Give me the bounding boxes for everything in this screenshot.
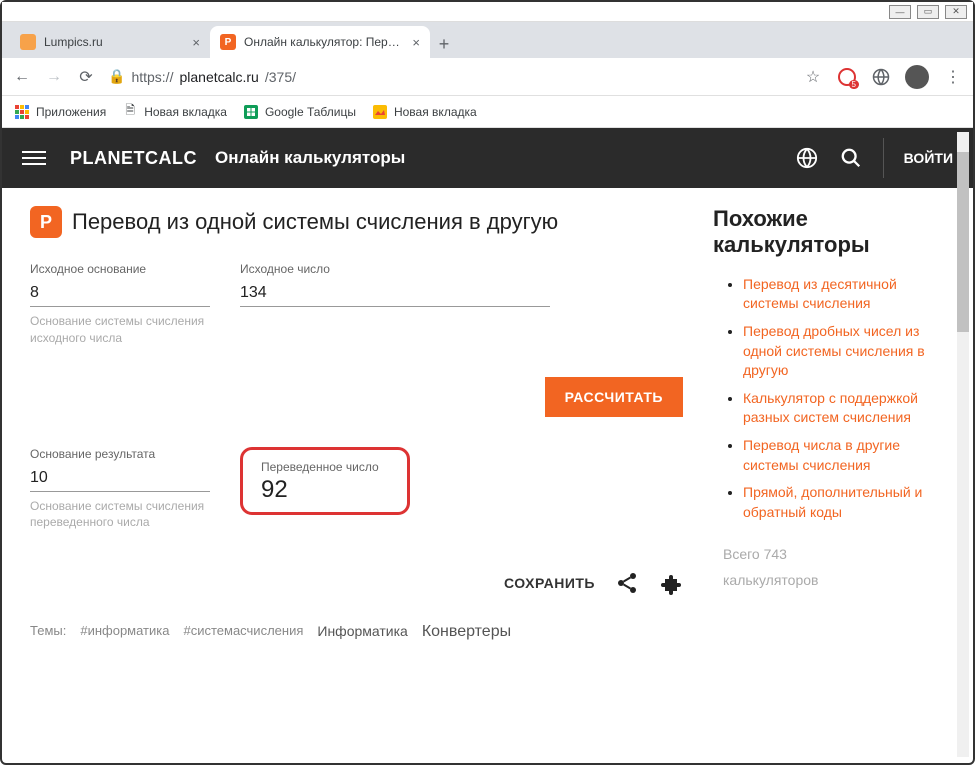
browser-tabstrip: Lumpics.ru × P Онлайн калькулятор: Перев… (2, 22, 973, 58)
total-count: Всего 743 калькуляторов (713, 542, 953, 592)
profile-avatar[interactable] (905, 65, 929, 89)
calculate-button[interactable]: РАССЧИТАТЬ (545, 377, 683, 417)
browser-tab[interactable]: Lumpics.ru × (10, 26, 210, 58)
menu-icon[interactable]: ⋮ (943, 67, 963, 87)
tags-label: Темы: (30, 623, 66, 641)
related-link[interactable]: Перевод дробных чисел из одной системы с… (743, 323, 925, 378)
address-bar: ← → ⟳ 🔒 https:// planetcalc.ru/375/ ☆ 5 ⋮ (2, 58, 973, 96)
bookmarks-bar: Приложения 🗎 Новая вкладка Google Таблиц… (2, 96, 973, 128)
share-icon[interactable] (615, 571, 639, 595)
url-domain: planetcalc.ru (179, 69, 258, 85)
field-label: Исходное число (240, 262, 550, 276)
sheets-icon (243, 104, 259, 120)
list-item: Перевод дробных чисел из одной системы с… (743, 322, 953, 381)
star-icon[interactable]: ☆ (803, 67, 823, 87)
address-bar-actions: ☆ 5 ⋮ (803, 65, 963, 89)
maximize-button[interactable]: ▭ (917, 5, 939, 19)
field-help: Основание системы счисления исходного чи… (30, 313, 210, 347)
image-icon (372, 104, 388, 120)
field-label: Основание результата (30, 447, 210, 461)
sidebar-heading: Похожие калькуляторы (713, 206, 953, 259)
brand-logo[interactable]: PLANETCALC (70, 148, 197, 169)
list-item: Калькулятор с поддержкой разных систем с… (743, 389, 953, 428)
result-box: Переведенное число 92 (240, 447, 410, 515)
source-base-input[interactable] (30, 280, 210, 307)
tab-title: Lumpics.ru (44, 35, 184, 49)
new-tab-button[interactable]: + (430, 30, 458, 58)
forward-button[interactable]: → (44, 67, 64, 87)
result-base-input[interactable] (30, 465, 210, 492)
lock-icon: 🔒 (108, 68, 125, 85)
back-button[interactable]: ← (12, 67, 32, 87)
list-item: Перевод из десятичной системы счисления (743, 275, 953, 314)
url-field[interactable]: 🔒 https:// planetcalc.ru/375/ (108, 68, 791, 85)
sidebar: Похожие калькуляторы Перевод из десятичн… (703, 188, 973, 763)
source-number-input[interactable] (240, 280, 550, 307)
card-actions: СОХРАНИТЬ (30, 571, 693, 595)
list-item: Прямой, дополнительный и обратный коды (743, 483, 953, 522)
search-icon[interactable] (839, 146, 863, 170)
page-icon: P (30, 206, 62, 238)
scrollbar-thumb[interactable] (957, 152, 969, 332)
menu-button[interactable] (22, 146, 46, 170)
result-value: 92 (261, 476, 389, 504)
apps-icon (14, 104, 30, 120)
bookmark-label: Приложения (36, 105, 106, 119)
close-icon[interactable]: × (192, 35, 200, 50)
bookmark-label: Google Таблицы (265, 105, 356, 119)
minimize-button[interactable]: — (889, 5, 911, 19)
tags-row: Темы: #информатика #системасчисления Инф… (30, 623, 693, 641)
main-column: P Перевод из одной системы счисления в д… (2, 188, 703, 763)
header-subtitle: Онлайн калькуляторы (215, 148, 405, 168)
category-link[interactable]: Информатика (317, 623, 407, 641)
url-path: /375/ (265, 69, 296, 85)
bookmark-item[interactable]: Новая вкладка (372, 104, 477, 120)
tag-link[interactable]: #информатика (80, 623, 169, 641)
close-window-button[interactable]: ✕ (945, 5, 967, 19)
browser-tab-active[interactable]: P Онлайн калькулятор: Перевод × (210, 26, 430, 58)
favicon-icon (20, 34, 36, 50)
tag-link[interactable]: #системасчисления (183, 623, 303, 641)
page-title: Перевод из одной системы счисления в дру… (72, 209, 558, 235)
related-link[interactable]: Перевод из десятичной системы счисления (743, 276, 897, 312)
related-link[interactable]: Перевод числа в другие системы счисления (743, 437, 900, 473)
url-prefix: https:// (131, 69, 173, 85)
extension-badge-icon[interactable]: 5 (837, 67, 857, 87)
close-icon[interactable]: × (412, 35, 420, 50)
result-row: Основание результата Основание системы с… (30, 447, 693, 532)
content: P Перевод из одной системы счисления в д… (2, 188, 973, 763)
related-list: Перевод из десятичной системы счисления … (713, 275, 953, 523)
bookmark-label: Новая вкладка (394, 105, 477, 119)
tab-title: Онлайн калькулятор: Перевод (244, 35, 404, 49)
badge-count: 5 (849, 80, 859, 89)
field-result-base: Основание результата Основание системы с… (30, 447, 210, 532)
field-source-number: Исходное число (240, 262, 550, 347)
form-row-source: Исходное основание Основание системы счи… (30, 262, 693, 347)
list-item: Перевод числа в другие системы счисления (743, 436, 953, 475)
window-titlebar: — ▭ ✕ (2, 2, 973, 22)
bookmark-apps[interactable]: Приложения (14, 104, 106, 120)
plugin-icon[interactable] (659, 571, 683, 595)
site-header: PLANETCALC Онлайн калькуляторы ВОЙТИ (2, 128, 973, 188)
field-source-base: Исходное основание Основание системы счи… (30, 262, 210, 347)
doc-icon: 🗎 (122, 104, 138, 120)
bookmark-item[interactable]: 🗎 Новая вкладка (122, 104, 227, 120)
login-button[interactable]: ВОЙТИ (883, 138, 953, 178)
bookmark-item[interactable]: Google Таблицы (243, 104, 356, 120)
field-label: Исходное основание (30, 262, 210, 276)
result-label: Переведенное число (261, 460, 389, 474)
scrollbar-vertical[interactable] (957, 132, 969, 757)
related-link[interactable]: Калькулятор с поддержкой разных систем с… (743, 390, 918, 426)
favicon-icon: P (220, 34, 236, 50)
page-title-row: P Перевод из одной системы счисления в д… (30, 206, 693, 238)
globe-icon[interactable] (871, 67, 891, 87)
save-button[interactable]: СОХРАНИТЬ (504, 575, 595, 591)
language-icon[interactable] (795, 146, 819, 170)
field-help: Основание системы счисления переведенног… (30, 498, 210, 532)
bookmark-label: Новая вкладка (144, 105, 227, 119)
reload-button[interactable]: ⟳ (76, 67, 96, 87)
category-link[interactable]: Конвертеры (422, 623, 511, 641)
related-link[interactable]: Прямой, дополнительный и обратный коды (743, 484, 922, 520)
